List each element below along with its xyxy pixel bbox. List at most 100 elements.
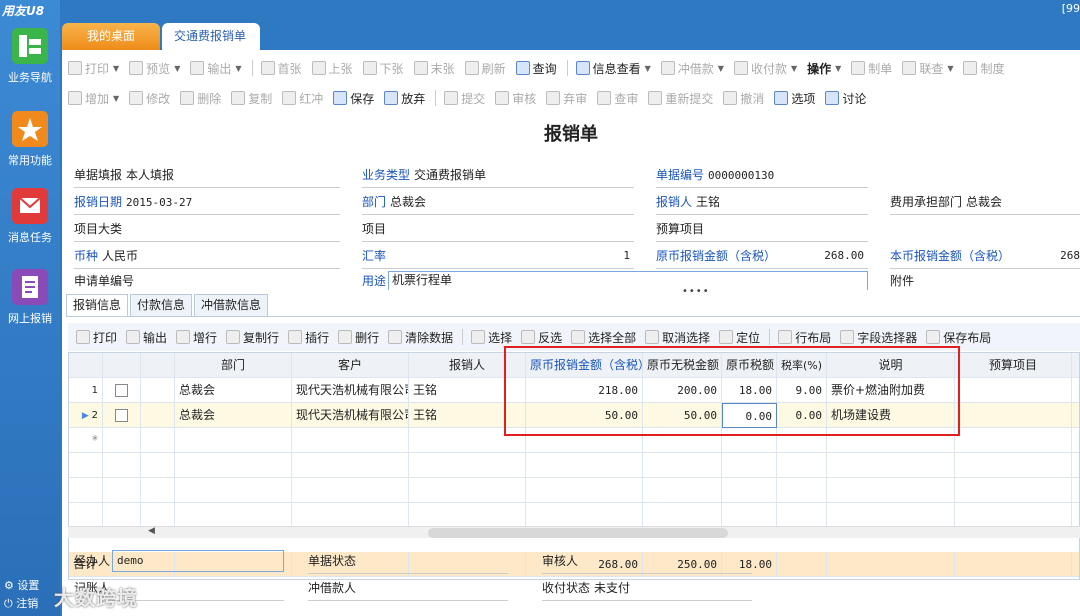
save-layout-button[interactable]: 保存布局 (926, 329, 991, 346)
top-right-info: [99 (1061, 2, 1080, 15)
save-button[interactable]: 保存 (333, 90, 374, 107)
local-amount-field[interactable]: 本币报销金额（含税） 268 (890, 244, 1080, 268)
deselect-button[interactable]: 取消选择 (645, 329, 710, 346)
row-checkbox[interactable] (115, 384, 128, 397)
copy-button[interactable]: 复制 (231, 90, 272, 107)
discuss-button[interactable]: 讨论 (825, 90, 866, 107)
clear-data-button[interactable]: 清除数据 (388, 329, 453, 346)
left-navigation: 用友U8 业务导航 常用功能 消息任务 网上报销 ⚙ 设置 ⏻ 注销 (0, 0, 60, 616)
preview-button[interactable]: 预览 ▼ (129, 60, 180, 77)
grid-print-button[interactable]: 打印 (76, 329, 117, 346)
clear-icon (388, 330, 403, 344)
nav-label: 业务导航 (8, 71, 52, 84)
select-button[interactable]: 选择 (471, 329, 512, 346)
options-button[interactable]: 选项 (774, 90, 815, 107)
doc-no-field[interactable]: 单据编号 0000000130 (656, 163, 774, 187)
orig-amount-field[interactable]: 原币报销金额（含税） 268.00 (656, 244, 868, 268)
grid-export-button[interactable]: 输出 (126, 329, 167, 346)
add-button[interactable]: 增加 ▼ (68, 90, 119, 107)
unaudit-button[interactable]: 弃审 (546, 90, 587, 107)
print-button[interactable]: 打印 ▼ (68, 60, 119, 77)
insert-row-icon (288, 330, 303, 344)
scroll-thumb[interactable] (428, 528, 728, 538)
receipt-payment-button[interactable]: 收付款 ▼ (733, 60, 797, 77)
date-field[interactable]: 报销日期 2015-03-27 (74, 190, 192, 214)
select-icon (471, 330, 486, 344)
copy-row-button[interactable]: 复制行 (226, 329, 279, 346)
purpose-input[interactable]: 机票行程单 (388, 271, 868, 290)
col-customer[interactable]: 客户 (292, 353, 409, 378)
business-nav-icon (10, 27, 50, 65)
prev-button[interactable]: 上张 (311, 60, 353, 77)
options-icon (774, 91, 789, 105)
voucher-button[interactable]: 制单 (851, 60, 892, 77)
splitter-handle[interactable]: •••• (682, 286, 710, 297)
pay-status-field: 收付状态 未支付 (542, 581, 631, 595)
nav-business[interactable]: 业务导航 (0, 27, 60, 85)
project-class-field[interactable]: 项目大类 (74, 217, 126, 241)
project-field[interactable]: 项目 (362, 217, 390, 241)
check-audit-button[interactable]: 查审 (597, 90, 638, 107)
nav-online-expense[interactable]: 网上报销 (0, 268, 60, 326)
tab-loan-offset-info[interactable]: 冲借款信息 (194, 294, 269, 316)
col-dept[interactable]: 部门 (175, 353, 292, 378)
info-view-button[interactable]: 信息查看 ▼ (575, 60, 651, 77)
biz-type-field[interactable]: 业务类型 交通费报销单 (362, 163, 486, 187)
fill-mode-field[interactable]: 单据填报 本人填报 (74, 163, 174, 187)
tab-transport-expense[interactable]: 交通费报销单× (162, 23, 260, 70)
discard-button[interactable]: 放弃 (384, 90, 425, 107)
table-row-empty (69, 503, 1079, 528)
row-checkbox[interactable] (115, 409, 128, 422)
row-layout-button[interactable]: 行布局 (778, 329, 831, 346)
scroll-left-icon[interactable]: ◀ (148, 526, 155, 536)
policy-button[interactable]: 制度 (963, 60, 1005, 77)
reimburser-field[interactable]: 报销人 王铭 (656, 190, 720, 214)
query-button[interactable]: 查询 (515, 60, 557, 77)
first-button[interactable]: 首张 (260, 60, 302, 77)
logout-link[interactable]: ⏻ 注销 (0, 595, 60, 613)
cancel-button[interactable]: 撤消 (723, 90, 764, 107)
insert-row-button[interactable]: 插行 (288, 329, 329, 346)
nav-common-functions[interactable]: 常用功能 (0, 110, 60, 168)
link-query-button[interactable]: 联查 ▼ (902, 60, 953, 77)
tab-expense-info[interactable]: 报销信息 (66, 294, 129, 316)
policy-icon (963, 61, 978, 75)
add-icon (68, 91, 82, 105)
edit-button[interactable]: 修改 (129, 90, 170, 107)
locate-button[interactable]: 定位 (719, 329, 760, 346)
add-row-button[interactable]: 增行 (176, 329, 217, 346)
submit-button[interactable]: 提交 (444, 90, 485, 107)
audit-button[interactable]: 审核 (495, 90, 536, 107)
currency-field[interactable]: 币种 人民币 (74, 244, 138, 268)
horizontal-scrollbar[interactable]: ◀ (68, 526, 1080, 538)
tab-my-desktop[interactable]: 我的桌面 (62, 23, 160, 50)
col-budget[interactable]: 预算项目 (955, 353, 1072, 378)
invert-select-button[interactable]: 反选 (521, 329, 562, 346)
attachment-field[interactable]: 附件 (890, 272, 914, 290)
operation-menu[interactable]: 操作 ▼ (807, 60, 841, 77)
nav-messages[interactable]: 消息任务 (0, 187, 60, 245)
cancel-icon (723, 91, 738, 105)
budget-field[interactable]: 预算项目 (656, 217, 708, 241)
rate-field[interactable]: 汇率 1 (362, 244, 634, 268)
table-row-empty (69, 453, 1079, 478)
cost-dept-field[interactable]: 费用承担部门 总裁会 (890, 190, 1002, 214)
refresh-button[interactable]: 刷新 (464, 60, 506, 77)
delete-row-button[interactable]: 删行 (338, 329, 379, 346)
field-selector-button[interactable]: 字段选择器 (840, 329, 917, 346)
settings-link[interactable]: ⚙ 设置 (0, 577, 60, 595)
export-button[interactable]: 输出 ▼ (190, 60, 242, 77)
red-offset-button[interactable]: 红冲 (282, 90, 323, 107)
tab-payment-info[interactable]: 付款信息 (130, 294, 193, 316)
next-button[interactable]: 下张 (362, 60, 404, 77)
select-all-button[interactable]: 选择全部 (571, 329, 636, 346)
highlight-box (504, 346, 960, 436)
operator-input[interactable]: demo (112, 550, 284, 572)
deselect-icon (645, 330, 660, 344)
resubmit-button[interactable]: 重新提交 (648, 90, 713, 107)
last-button[interactable]: 末张 (413, 60, 455, 77)
delete-button[interactable]: 删除 (180, 90, 221, 107)
dept-field[interactable]: 部门 总裁会 (362, 190, 426, 214)
offset-loan-button[interactable]: 冲借款 ▼ (660, 60, 724, 77)
apply-no-field[interactable]: 申请单编号 (74, 272, 134, 290)
